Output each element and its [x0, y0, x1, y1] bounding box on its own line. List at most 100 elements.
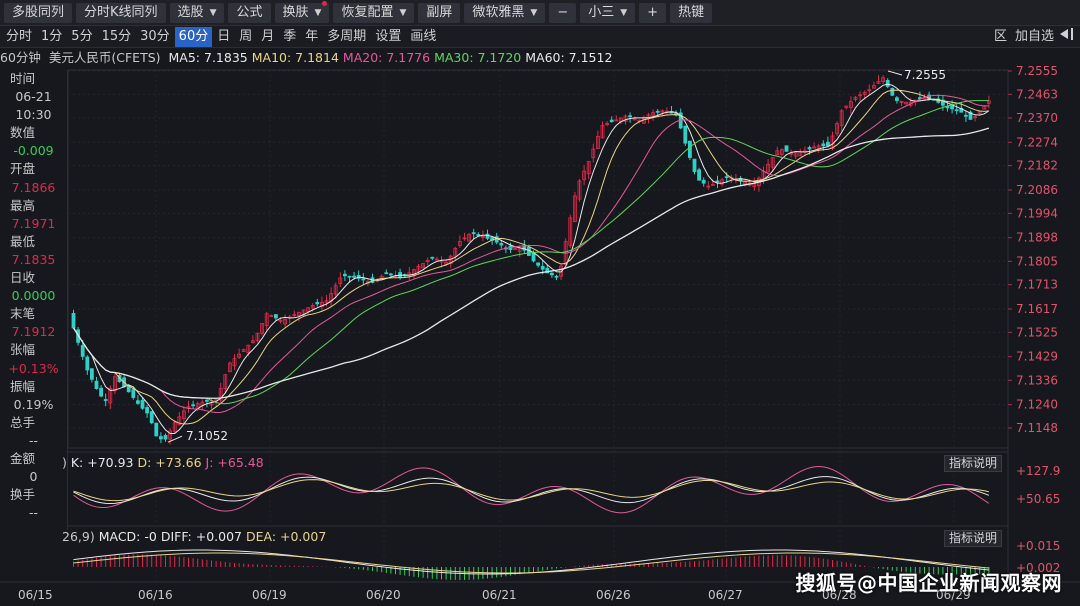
- macd-legend: 26,9) MACD: -0 DIFF: +0.007 DEA: +0.007: [62, 529, 326, 544]
- candle-body: [471, 232, 476, 235]
- candle-body: [384, 272, 389, 275]
- stock-terminal: 多股同列 分时K线同列 选股 ▼ 公式 换肤 ▼ 恢复配置 ▼ 副屏 微软雅黑 ▼ − 小三 ▼ + 热键 分时…: [0, 0, 1080, 606]
- candle-body: [90, 368, 94, 380]
- candle-body: [315, 301, 320, 305]
- candle-body: [964, 114, 968, 117]
- main-frame: [67, 69, 1009, 449]
- kdj-k-line: [73, 476, 990, 505]
- macd-value: MACD: -0: [98, 529, 157, 544]
- kdj-d: D: +73.66: [137, 455, 202, 470]
- candle-body: [715, 180, 720, 183]
- info-row-12: 0.0000: [11, 288, 56, 304]
- info-row-9: 最低: [10, 233, 36, 249]
- high-marker-label: 7.2555: [904, 68, 946, 82]
- kdj-j: J: +65.48: [205, 455, 264, 470]
- info-row-0: 时间: [10, 71, 36, 86]
- price-axis-label: 7.1148: [1016, 421, 1058, 435]
- kdj-legend: ) K: +70.93 D: +73.66 J: +65.48: [62, 455, 264, 470]
- candle-body: [158, 436, 163, 440]
- price-axis-label: 7.1240: [1016, 398, 1058, 412]
- candle-body: [273, 314, 278, 319]
- info-row-14: 7.1912: [11, 324, 56, 340]
- candle-body: [701, 179, 706, 184]
- candle-body: [191, 404, 196, 407]
- date-label-1: 06/16: [138, 588, 173, 602]
- info-row-7: 最高: [10, 197, 36, 213]
- candle-body: [890, 88, 895, 96]
- candle-body: [145, 407, 150, 414]
- candle-body: [826, 141, 830, 147]
- info-row-21: 金额: [10, 450, 36, 466]
- candle-body: [540, 266, 545, 270]
- ma20-line: [73, 94, 989, 414]
- candle-body: [527, 246, 531, 256]
- watermark: 搜狐号@中国企业新闻观察网: [795, 571, 1062, 595]
- info-row-6: 7.1866: [11, 179, 56, 195]
- candle-body: [554, 275, 559, 278]
- info-row-2: 10:30: [15, 107, 52, 123]
- info-panel: 时间 06-21 10:30 数值 -0.009 开盘 7.1866 最高 7.1971 最低 7.…: [0, 70, 68, 530]
- date-label-0: 06/15: [18, 588, 53, 602]
- info-row-20: --: [28, 432, 39, 448]
- candle-body: [71, 312, 76, 329]
- info-row-17: 振幅: [10, 378, 36, 394]
- candle-body: [954, 109, 959, 112]
- date-label-3: 06/20: [366, 588, 401, 602]
- candle-body: [163, 435, 168, 440]
- info-row-8: 7.1971: [11, 215, 56, 231]
- info-row-11: 日收: [10, 270, 36, 286]
- candle-body: [347, 275, 352, 278]
- info-row-4: -0.009: [13, 143, 54, 159]
- kdj-axis-top: +127.9: [1016, 464, 1061, 478]
- kdj-j-line: [73, 465, 990, 514]
- candle-body: [724, 176, 729, 179]
- candle-body: [609, 119, 614, 123]
- price-axis-label: 7.2370: [1016, 111, 1058, 125]
- price-axis-label: 7.1429: [1016, 350, 1058, 364]
- candle-body: [476, 234, 481, 236]
- macd-axis-top: +0.015: [1016, 539, 1061, 553]
- price-axis-label: 7.2463: [1016, 87, 1058, 101]
- price-axis-label: 7.1713: [1016, 278, 1058, 292]
- price-axis-label: 7.2086: [1016, 183, 1058, 197]
- macd-dea: DEA: +0.007: [245, 529, 327, 544]
- date-label-5: 06/26: [596, 588, 631, 602]
- candle-body: [697, 169, 701, 181]
- candle-body: [784, 145, 789, 152]
- candle-body: [499, 243, 504, 246]
- kline-chart[interactable]: 7.2555 7.2463 7.2370 7.2274 7.2182 7.2086 7.19…: [0, 0, 1080, 606]
- price-axis-label: 7.1805: [1016, 254, 1058, 268]
- macd-prefix: 26,9): [62, 529, 95, 544]
- price-axis-label: 7.1336: [1016, 373, 1058, 387]
- info-row-1: 06-21: [15, 89, 52, 105]
- price-axis-label: 7.1994: [1016, 206, 1058, 220]
- macd-diff: DIFF: +0.007: [160, 529, 242, 544]
- candle-body: [149, 411, 154, 424]
- candle-body: [204, 399, 209, 402]
- candle-body: [536, 262, 540, 266]
- candle-body: [103, 399, 108, 401]
- candle-body: [807, 147, 812, 150]
- info-row-3: 数值: [10, 125, 36, 141]
- candle-body: [628, 115, 632, 118]
- indicator-help-button-kdj[interactable]: 指标说明: [944, 455, 1003, 472]
- candle-body: [99, 387, 103, 397]
- candle-body: [135, 400, 140, 404]
- info-row-19: 总手: [10, 414, 36, 430]
- ma10-line: [73, 89, 989, 425]
- info-row-23: 换手: [10, 487, 36, 503]
- candle-body: [688, 140, 692, 158]
- price-axis-label: 7.2182: [1016, 159, 1058, 173]
- high-marker-line: [887, 70, 903, 76]
- info-row-15: 张幅: [10, 342, 36, 358]
- candle-body: [154, 422, 159, 437]
- kdj-axis-mid: +50.65: [1016, 492, 1061, 506]
- candle-body: [885, 79, 890, 87]
- indicator-help-button-macd[interactable]: 指标说明: [944, 530, 1003, 547]
- price-axis-label: 7.1898: [1016, 231, 1058, 245]
- info-row-24: --: [28, 505, 39, 521]
- candle-body: [550, 272, 554, 276]
- low-marker-label: 7.1052: [186, 429, 228, 443]
- ma60-line: [72, 127, 990, 399]
- info-row-5: 开盘: [10, 161, 36, 177]
